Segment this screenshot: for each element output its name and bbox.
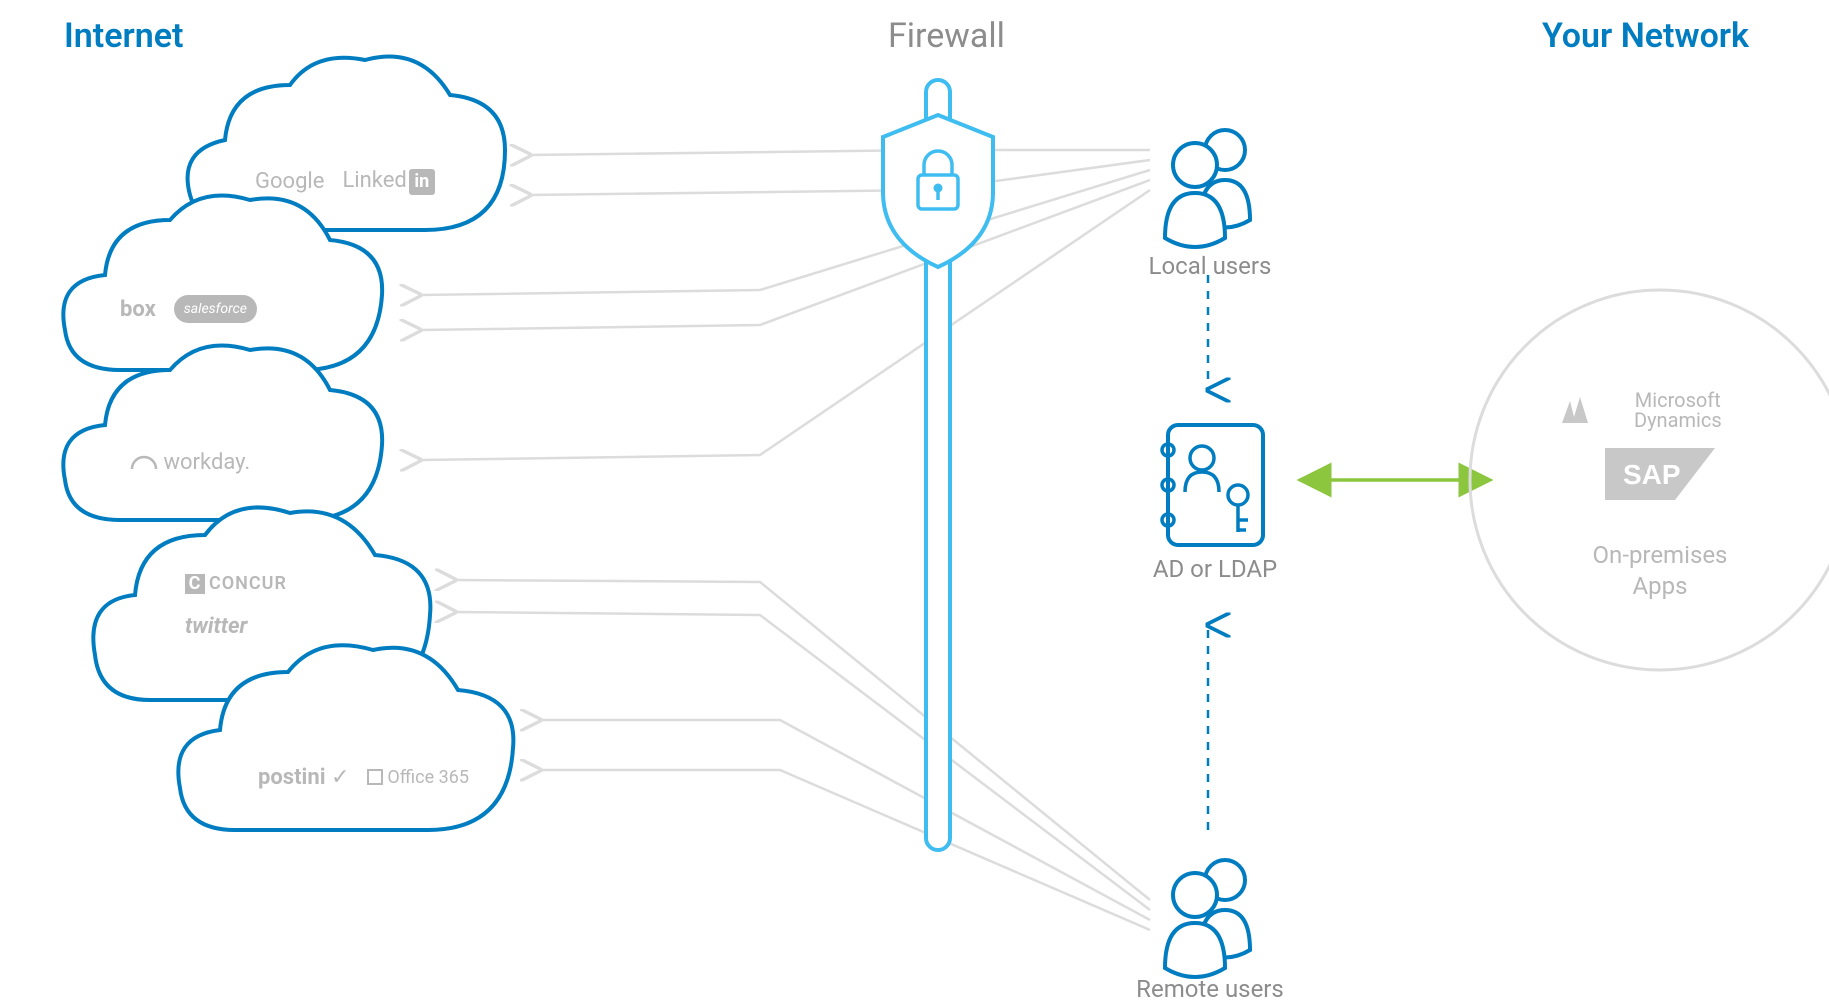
logo-linkedin: Linkedin: [342, 168, 434, 195]
heading-firewall: Firewall: [888, 16, 1005, 56]
connection-lines-layer: [0, 0, 1829, 997]
onprem-logos: Microsoft Dynamics SAP: [1560, 390, 1760, 508]
cloud-2-logos: box salesforce: [120, 295, 257, 323]
firewall-shield: [883, 115, 993, 267]
logo-postini: postini ✓: [258, 765, 349, 790]
logo-sap: SAP: [1560, 448, 1760, 508]
cloud-3-logos: workday.: [130, 450, 250, 475]
local-users-icon: [1165, 130, 1250, 247]
cloud-5: [178, 645, 513, 830]
ad-ldap-icon: [1162, 425, 1263, 545]
logo-ms-dynamics: Microsoft Dynamics: [1560, 390, 1760, 430]
logo-twitter: twitter: [185, 614, 247, 639]
heading-internet: Internet: [64, 16, 183, 56]
logo-office365: Office 365: [367, 767, 469, 788]
cloud-4-logos: CCONCUR twitter: [185, 573, 287, 639]
lines-local-users: [420, 150, 1150, 460]
lines-remote-users: [455, 580, 1150, 930]
logo-concur: CCONCUR: [185, 573, 287, 594]
lock-icon: [918, 151, 958, 209]
cloud-1-logos: Google Linkedin: [255, 168, 435, 195]
svg-text:SAP: SAP: [1623, 459, 1681, 490]
caption-ad-ldap: AD or LDAP: [1135, 555, 1295, 583]
cloud-3: [63, 346, 382, 521]
logo-box: box: [120, 297, 156, 322]
heading-your-network: Your Network: [1542, 16, 1749, 56]
logo-google: Google: [255, 169, 324, 194]
cloud-2: [63, 196, 382, 371]
clouds-layer: [0, 0, 1829, 997]
caption-onprem-apps: On-premises Apps: [1570, 540, 1750, 602]
firewall-pillar: [926, 80, 950, 850]
logo-salesforce: salesforce: [174, 295, 257, 323]
cloud-1: [188, 57, 505, 230]
caption-local-users: Local users: [1130, 252, 1290, 280]
icons-layer: [0, 0, 1829, 997]
remote-users-icon: [1165, 860, 1250, 977]
logo-workday: workday.: [130, 450, 250, 475]
caption-remote-users: Remote users: [1120, 975, 1300, 1003]
firewall-layer: [0, 0, 1829, 997]
cloud-5-logos: postini ✓ Office 365: [258, 765, 469, 790]
